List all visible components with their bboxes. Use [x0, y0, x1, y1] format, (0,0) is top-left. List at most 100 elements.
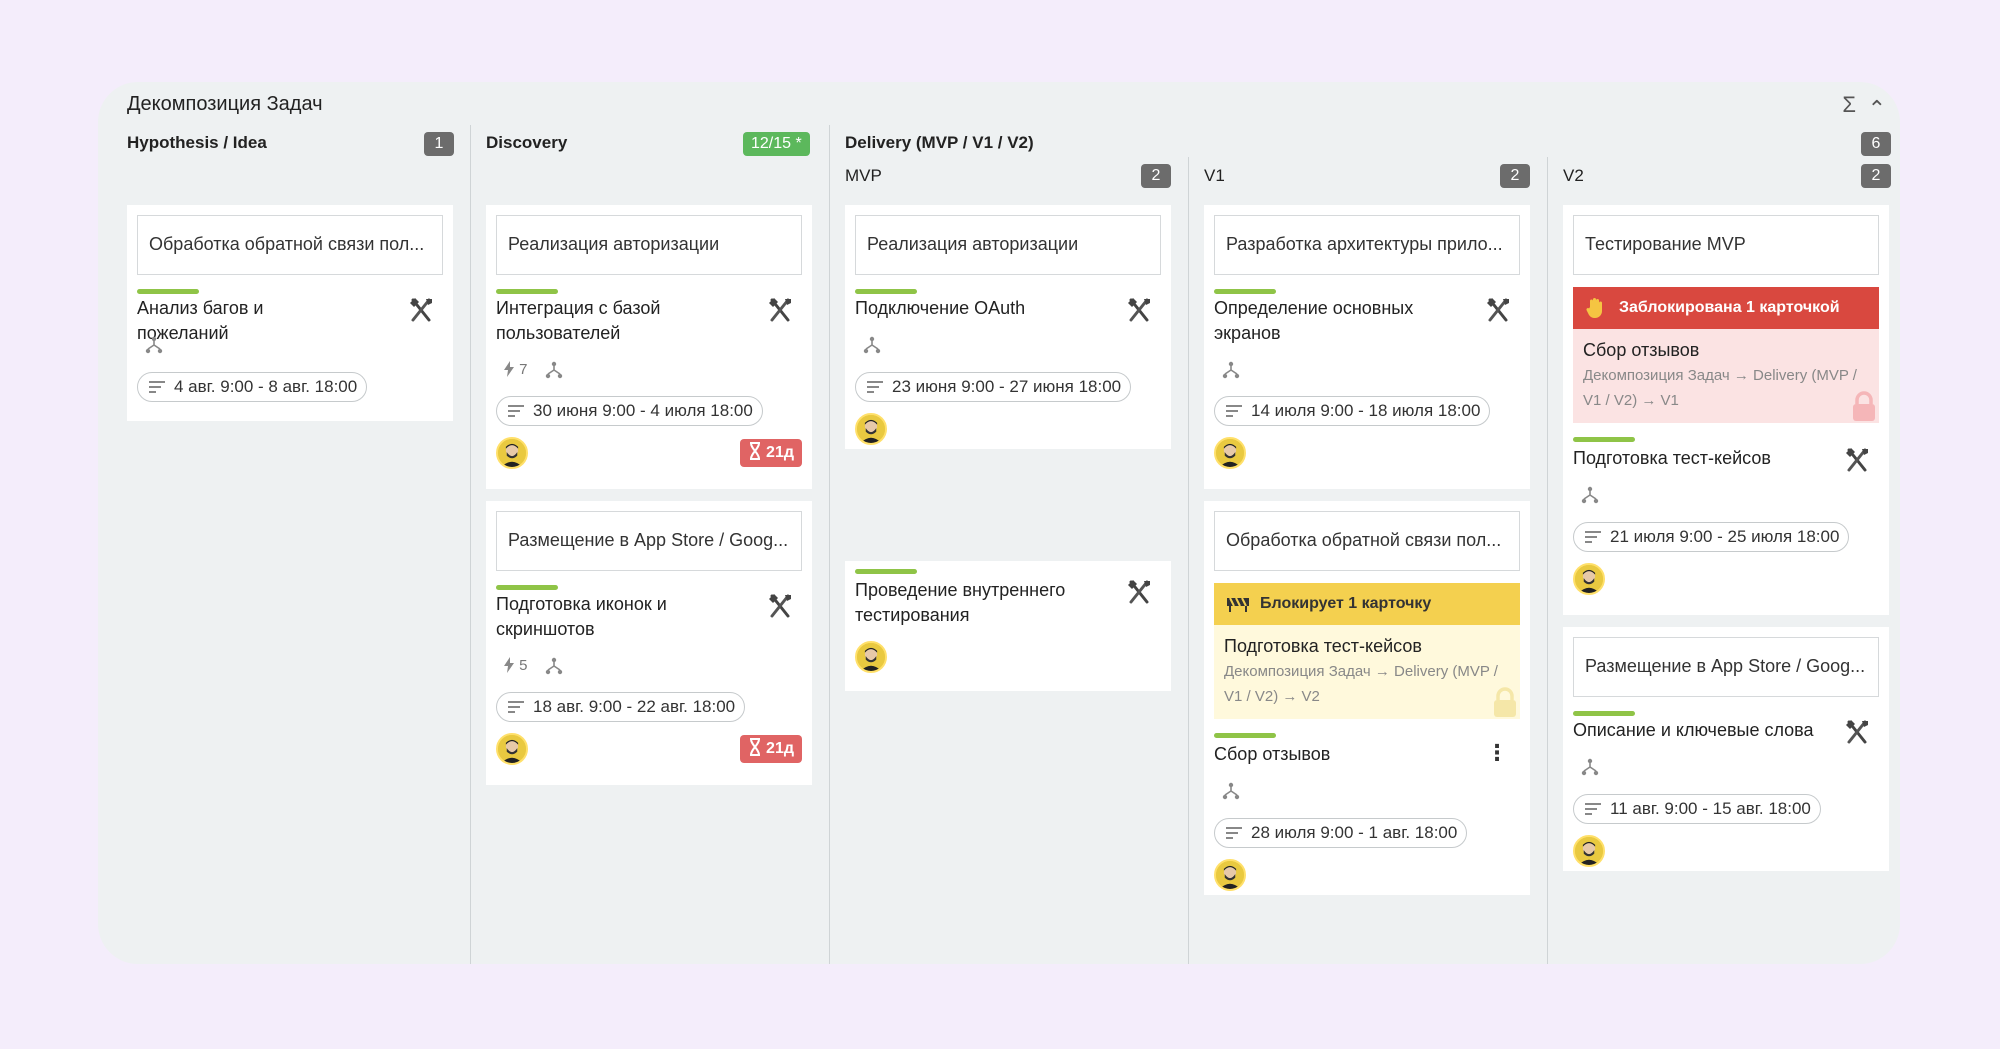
hourglass-icon: [748, 442, 762, 460]
card-title[interactable]: Подготовка тест-кейсов: [1573, 446, 1843, 471]
subtask-icon[interactable]: [544, 656, 564, 676]
progress-bar: [1573, 437, 1635, 442]
date-range-pill[interactable]: 14 июля 9:00 - 18 июля 18:00: [1214, 396, 1491, 426]
date-range-pill[interactable]: 28 июля 9:00 - 1 авг. 18:00: [1214, 818, 1468, 848]
column-divider: [1547, 157, 1548, 964]
overdue-days: 21д: [766, 740, 794, 757]
card-title[interactable]: Определение основных экранов: [1214, 296, 1434, 346]
subtask-icon[interactable]: [1221, 781, 1241, 801]
card-group: Размещение в App Store / Goog... Подгото…: [486, 501, 812, 785]
tools-icon[interactable]: [407, 296, 435, 324]
tools-icon[interactable]: [1843, 718, 1871, 746]
tools-icon[interactable]: [766, 296, 794, 324]
parent-card[interactable]: Размещение в App Store / Goog...: [496, 511, 802, 571]
parent-card[interactable]: Обработка обратной связи пол...: [137, 215, 443, 275]
subcolumn-count-badge: 2: [1861, 164, 1891, 188]
card-title[interactable]: Сбор отзывов: [1214, 742, 1434, 767]
lines-icon: [148, 380, 166, 394]
date-range: 30 июня 9:00 - 4 июля 18:00: [533, 401, 753, 420]
date-range-pill[interactable]: 30 июня 9:00 - 4 июля 18:00: [496, 396, 763, 426]
date-range: 14 июля 9:00 - 18 июля 18:00: [1251, 401, 1481, 420]
card-title[interactable]: Подключение OAuth: [855, 296, 1075, 321]
flash-icon: [503, 657, 515, 673]
board-title: Декомпозиция Задач: [127, 93, 323, 115]
column-count-badge: 1: [424, 132, 454, 156]
column-title-hypothesis: Hypothesis / Idea: [127, 133, 267, 152]
card-group: Тестирование MVP Заблокирована 1 карточк…: [1563, 205, 1889, 615]
column-divider: [829, 125, 830, 964]
date-range-pill[interactable]: 4 авг. 9:00 - 8 авг. 18:00: [137, 372, 368, 402]
date-range-pill[interactable]: 18 авг. 9:00 - 22 авг. 18:00: [496, 692, 746, 722]
progress-bar: [137, 289, 199, 294]
date-range: 4 авг. 9:00 - 8 авг. 18:00: [174, 377, 358, 396]
card-group: Проведение внутреннего тестирования: [845, 561, 1171, 691]
date-range-pill[interactable]: 23 июня 9:00 - 27 июня 18:00: [855, 372, 1132, 402]
progress-bar: [855, 569, 917, 574]
tools-icon[interactable]: [766, 592, 794, 620]
subtask-icon[interactable]: [544, 360, 564, 380]
subcolumn-title-v2: V2: [1563, 166, 1584, 185]
avatar[interactable]: [1573, 835, 1605, 867]
progress-bar: [1214, 733, 1276, 738]
subtask-icon[interactable]: [1580, 485, 1600, 505]
blocked-banner[interactable]: Заблокирована 1 карточкой: [1573, 287, 1879, 329]
blocked-card-preview[interactable]: Подготовка тест-кейсов Декомпозиция Зада…: [1214, 625, 1520, 719]
date-range-pill[interactable]: 11 авг. 9:00 - 15 авг. 18:00: [1573, 794, 1821, 824]
lock-icon: [1851, 391, 1877, 421]
more-vertical-icon[interactable]: ⋮: [1486, 742, 1508, 764]
column-divider: [470, 125, 471, 964]
lines-icon: [1225, 826, 1243, 840]
tools-icon[interactable]: [1484, 296, 1512, 324]
blocks-banner-text: Блокирует 1 карточку: [1260, 595, 1432, 612]
lines-icon: [1584, 802, 1602, 816]
card-title[interactable]: Интеграция с базой пользователей: [496, 296, 716, 346]
subtask-icon[interactable]: [862, 335, 882, 355]
collapse-chevron-icon[interactable]: ⌃: [1868, 98, 1886, 120]
card-group: Реализация авторизации Подключение OAuth…: [845, 205, 1171, 449]
progress-bar: [1214, 289, 1276, 294]
overdue-badge: 21д: [739, 439, 802, 467]
date-range: 18 авг. 9:00 - 22 авг. 18:00: [533, 697, 736, 716]
subtask-icon[interactable]: [1580, 757, 1600, 777]
card-group: Обработка обратной связи пол... Блокируе…: [1204, 501, 1530, 895]
parent-card[interactable]: Тестирование MVP: [1573, 215, 1879, 275]
tools-icon[interactable]: [1125, 296, 1153, 324]
parent-card[interactable]: Размещение в App Store / Goog...: [1573, 637, 1879, 697]
avatar[interactable]: [1573, 563, 1605, 595]
parent-card[interactable]: Реализация авторизации: [855, 215, 1161, 275]
avatar[interactable]: [855, 413, 887, 445]
overdue-days: 21д: [766, 444, 794, 461]
subtask-icon[interactable]: [144, 335, 164, 355]
date-range: 23 июня 9:00 - 27 июня 18:00: [892, 377, 1122, 396]
avatar[interactable]: [496, 437, 528, 469]
card-title[interactable]: Проведение внутреннего тестирования: [855, 578, 1075, 628]
progress-bar: [496, 289, 558, 294]
card-title[interactable]: Подготовка иконок и скриншотов: [496, 592, 716, 642]
tools-icon[interactable]: [1125, 578, 1153, 606]
subtask-icon[interactable]: [1221, 360, 1241, 380]
blocking-card-preview[interactable]: Сбор отзывов Декомпозиция Задач → Delive…: [1573, 329, 1879, 423]
card-title[interactable]: Анализ багов и пожеланий: [137, 296, 357, 346]
parent-card[interactable]: Обработка обратной связи пол...: [1214, 511, 1520, 571]
hand-stop-icon: [1585, 297, 1605, 319]
lines-icon: [866, 380, 884, 394]
parent-card[interactable]: Реализация авторизации: [496, 215, 802, 275]
blocks-banner[interactable]: Блокирует 1 карточку: [1214, 583, 1520, 625]
lines-icon: [1584, 530, 1602, 544]
card-title[interactable]: Описание и ключевые слова: [1573, 718, 1843, 743]
date-range: 11 авг. 9:00 - 15 авг. 18:00: [1610, 799, 1811, 818]
avatar[interactable]: [496, 733, 528, 765]
progress-bar: [496, 585, 558, 590]
sigma-icon[interactable]: Σ: [1842, 94, 1856, 116]
tools-icon[interactable]: [1843, 446, 1871, 474]
flash-icon: [503, 361, 515, 377]
subcolumn-count-badge: 2: [1500, 164, 1530, 188]
blocked-banner-text: Заблокирована 1 карточкой: [1619, 299, 1840, 316]
parent-card[interactable]: Разработка архитектуры прило...: [1214, 215, 1520, 275]
avatar[interactable]: [1214, 859, 1246, 891]
avatar[interactable]: [855, 641, 887, 673]
progress-bar: [855, 289, 917, 294]
avatar[interactable]: [1214, 437, 1246, 469]
date-range-pill[interactable]: 21 июля 9:00 - 25 июля 18:00: [1573, 522, 1850, 552]
blocked-card-title: Подготовка тест-кейсов: [1224, 636, 1422, 656]
